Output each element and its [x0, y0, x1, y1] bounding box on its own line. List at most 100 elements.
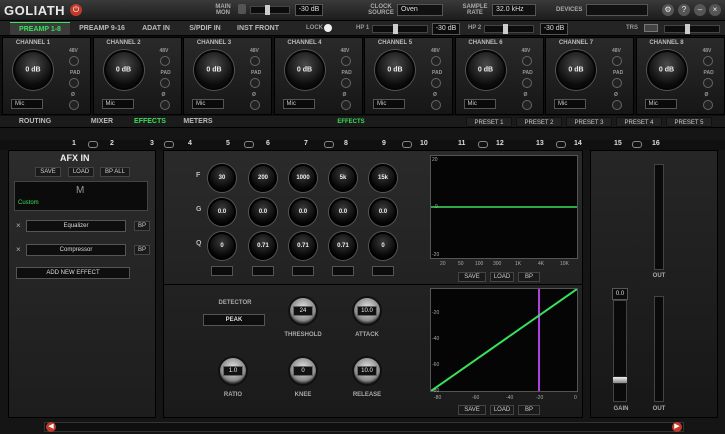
channel-number-7[interactable]: 7: [304, 140, 308, 147]
equalizer-bp-button[interactable]: BP: [134, 221, 150, 231]
compressor-graph[interactable]: [430, 288, 578, 392]
phase-button[interactable]: [250, 100, 260, 110]
eq-band-1-type[interactable]: [211, 266, 233, 276]
channel-number-8[interactable]: 8: [344, 140, 348, 147]
channel-number-6[interactable]: 6: [266, 140, 270, 147]
eq-save-button[interactable]: SAVE: [458, 272, 486, 282]
pad-button[interactable]: [250, 78, 260, 88]
main-mon-slider[interactable]: [250, 5, 290, 15]
channel-gain-knob[interactable]: 0 dB: [284, 50, 325, 90]
channel-number-16[interactable]: 16: [652, 140, 660, 147]
channel-input-select[interactable]: Mic: [101, 99, 134, 109]
add-new-effect-button[interactable]: ADD NEW EFFECT: [16, 267, 130, 279]
remove-compressor-icon[interactable]: ×: [16, 245, 21, 254]
channel-number-3[interactable]: 3: [150, 140, 154, 147]
channel-input-select[interactable]: Mic: [554, 99, 586, 109]
pad-button[interactable]: [159, 78, 170, 88]
gain-fader[interactable]: [613, 300, 627, 402]
eq-band-1-q-knob[interactable]: 0: [208, 232, 236, 260]
eq-band-3-type[interactable]: [292, 266, 314, 276]
channel-number-15[interactable]: 15: [614, 140, 622, 147]
subtab-effects[interactable]: EFFECTS: [128, 117, 172, 127]
devices-select[interactable]: [586, 4, 648, 16]
eq-band-4-frequency-knob[interactable]: 5k: [329, 164, 357, 192]
channel-input-select[interactable]: Mic: [463, 99, 496, 109]
afx-save-button[interactable]: SAVE: [35, 167, 61, 177]
remove-equalizer-icon[interactable]: ×: [16, 221, 21, 230]
phase-button[interactable]: [159, 100, 170, 110]
channel-number-1[interactable]: 1: [72, 140, 76, 147]
phase-button[interactable]: [69, 100, 79, 110]
effect-compressor[interactable]: Compressor: [26, 244, 126, 256]
phase-button[interactable]: [431, 100, 441, 110]
tab-preamp-9-16[interactable]: PREAMP 9-16: [72, 22, 132, 35]
pad-button[interactable]: [521, 78, 532, 88]
link-icon[interactable]: [478, 141, 488, 148]
channel-gain-knob[interactable]: 0 dB: [375, 50, 415, 90]
phase-button[interactable]: [340, 100, 351, 110]
link-icon[interactable]: [88, 141, 98, 148]
channel-number-12[interactable]: 12: [496, 140, 504, 147]
horizontal-scrollbar[interactable]: [44, 422, 684, 432]
help-icon[interactable]: ?: [678, 4, 690, 16]
eq-band-4-gain-knob[interactable]: 0.0: [329, 198, 357, 226]
pad-button[interactable]: [612, 78, 622, 88]
channel-input-select[interactable]: Mic: [644, 99, 677, 109]
power-icon[interactable]: ⏻: [70, 4, 82, 16]
preset-button-5[interactable]: PRESET 5: [666, 117, 712, 127]
preset-button-4[interactable]: PRESET 4: [616, 117, 662, 127]
eq-band-4-type[interactable]: [332, 266, 354, 276]
minimize-icon[interactable]: –: [694, 4, 706, 16]
link-icon[interactable]: [324, 141, 334, 148]
speaker-icon[interactable]: [238, 4, 246, 14]
trs-slider[interactable]: [664, 24, 720, 34]
phase-button[interactable]: [521, 100, 532, 110]
eq-band-5-frequency-knob[interactable]: 15k: [369, 164, 397, 192]
compressor-ratio-knob[interactable]: 1.0: [218, 356, 248, 386]
eq-graph[interactable]: [430, 155, 578, 259]
channel-gain-knob[interactable]: 0 dB: [103, 50, 144, 90]
eq-band-2-frequency-knob[interactable]: 200: [249, 164, 277, 192]
subtab-routing[interactable]: ROUTING: [10, 117, 60, 127]
channel-input-select[interactable]: Mic: [11, 99, 43, 109]
pad-button[interactable]: [69, 78, 79, 88]
channel-input-select[interactable]: Mic: [192, 99, 224, 109]
eq-band-5-gain-knob[interactable]: 0.0: [369, 198, 397, 226]
eq-load-button[interactable]: LOAD: [490, 272, 514, 282]
preset-button-1[interactable]: PRESET 1: [466, 117, 512, 127]
channel-gain-knob[interactable]: 0 dB: [646, 50, 687, 90]
lock-toggle[interactable]: [324, 24, 332, 32]
eq-band-1-frequency-knob[interactable]: 30: [208, 164, 236, 192]
compressor-release-knob[interactable]: 10.0: [352, 356, 382, 386]
phantom-button[interactable]: [250, 56, 260, 66]
eq-band-5-type[interactable]: [372, 266, 394, 276]
eq-band-3-q-knob[interactable]: 0.71: [289, 232, 317, 260]
hp2-slider[interactable]: [484, 24, 534, 34]
phantom-button[interactable]: [431, 56, 441, 66]
channel-gain-knob[interactable]: 0 dB: [194, 50, 234, 90]
channel-gain-knob[interactable]: 0 dB: [465, 50, 506, 90]
compressor-bp-button[interactable]: BP: [134, 245, 150, 255]
tab-adat-in[interactable]: ADAT IN: [134, 22, 178, 35]
channel-number-4[interactable]: 4: [188, 140, 192, 147]
channel-number-13[interactable]: 13: [536, 140, 544, 147]
eq-band-2-q-knob[interactable]: 0.71: [249, 232, 277, 260]
channel-number-9[interactable]: 9: [382, 140, 386, 147]
clock-source-select[interactable]: Oven: [397, 4, 443, 16]
preset-button-2[interactable]: PRESET 2: [516, 117, 562, 127]
preset-button-3[interactable]: PRESET 3: [566, 117, 612, 127]
pad-button[interactable]: [702, 78, 713, 88]
detector-select[interactable]: PEAK: [203, 314, 265, 326]
compressor-attack-knob[interactable]: 10.0: [352, 296, 382, 326]
scroll-right-icon[interactable]: ▶: [672, 422, 682, 432]
channel-number-11[interactable]: 11: [458, 140, 465, 147]
channel-gain-knob[interactable]: 0 dB: [556, 50, 596, 90]
gear-icon[interactable]: ⚙: [662, 4, 674, 16]
hp1-slider[interactable]: [372, 24, 428, 34]
scroll-left-icon[interactable]: ◀: [46, 422, 56, 432]
close-icon[interactable]: ×: [709, 4, 721, 16]
channel-input-select[interactable]: Mic: [373, 99, 405, 109]
effect-equalizer[interactable]: Equalizer: [26, 220, 126, 232]
tab-preamp-1-8[interactable]: PREAMP 1-8: [10, 22, 70, 35]
comp-save-button[interactable]: SAVE: [458, 405, 486, 415]
